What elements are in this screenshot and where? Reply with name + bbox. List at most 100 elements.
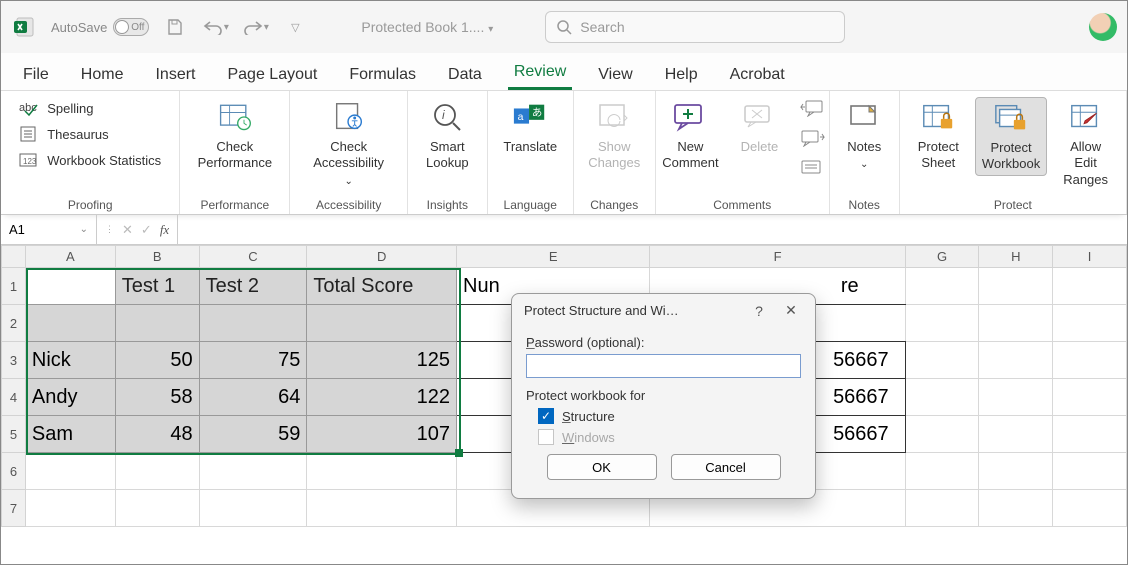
cell[interactable]: 64 xyxy=(199,379,307,416)
col-header[interactable]: H xyxy=(979,246,1053,268)
cell[interactable] xyxy=(979,416,1053,453)
cell[interactable] xyxy=(905,305,979,342)
tab-acrobat[interactable]: Acrobat xyxy=(724,60,791,90)
cell[interactable] xyxy=(25,305,115,342)
name-box[interactable]: A1⌄ xyxy=(1,215,97,244)
col-header[interactable]: I xyxy=(1053,246,1127,268)
autosave-toggle[interactable]: AutoSave Off xyxy=(51,18,149,36)
col-header[interactable]: G xyxy=(905,246,979,268)
cell[interactable]: 50 xyxy=(115,342,199,379)
dialog-close-button[interactable]: ✕ xyxy=(779,302,803,319)
tab-review[interactable]: Review xyxy=(508,57,572,90)
undo-icon[interactable]: ▾ xyxy=(201,13,229,41)
cell[interactable] xyxy=(307,490,457,527)
translate-button[interactable]: aあ Translate xyxy=(497,97,563,157)
cell[interactable] xyxy=(979,453,1053,490)
toggle-switch[interactable]: Off xyxy=(113,18,149,36)
cell[interactable] xyxy=(115,453,199,490)
search-box[interactable]: Search xyxy=(545,11,845,43)
cancel-formula-icon[interactable]: ✕ xyxy=(122,222,133,238)
fx-icon[interactable]: fx xyxy=(160,222,169,238)
col-header[interactable]: D xyxy=(307,246,457,268)
prev-comment-button[interactable] xyxy=(798,97,828,119)
cell[interactable] xyxy=(905,416,979,453)
redo-icon[interactable]: ▾ xyxy=(241,13,269,41)
cell[interactable] xyxy=(1053,268,1127,305)
tab-help[interactable]: Help xyxy=(659,60,704,90)
cell[interactable]: Test 1 xyxy=(115,268,199,305)
col-header[interactable]: A xyxy=(25,246,115,268)
cell[interactable] xyxy=(905,453,979,490)
cell[interactable] xyxy=(979,305,1053,342)
dialog-help-button[interactable]: ? xyxy=(747,303,771,319)
cell[interactable] xyxy=(979,268,1053,305)
cell[interactable]: 59 xyxy=(199,416,307,453)
cell[interactable] xyxy=(25,268,115,305)
cell[interactable] xyxy=(905,342,979,379)
filename[interactable]: Protected Book 1.... ▾ xyxy=(361,19,493,35)
check-performance-button[interactable]: Check Performance xyxy=(192,97,278,174)
cell[interactable] xyxy=(307,453,457,490)
cell[interactable] xyxy=(115,305,199,342)
cell[interactable]: 75 xyxy=(199,342,307,379)
smart-lookup-button[interactable]: i Smart Lookup xyxy=(420,97,475,174)
protect-workbook-button[interactable]: Protect Workbook xyxy=(975,97,1047,176)
notes-button[interactable]: Notes⌄ xyxy=(840,97,888,174)
row-header[interactable]: 2 xyxy=(2,305,26,342)
col-header[interactable]: E xyxy=(457,246,650,268)
cell[interactable] xyxy=(1053,305,1127,342)
workbook-statistics-button[interactable]: 123Workbook Statistics xyxy=(17,149,163,171)
cell[interactable]: Total Score xyxy=(307,268,457,305)
cell[interactable] xyxy=(1053,490,1127,527)
check-accessibility-button[interactable]: Check Accessibility ⌄ xyxy=(302,97,395,190)
next-comment-button[interactable] xyxy=(798,127,828,149)
tab-view[interactable]: View xyxy=(592,60,638,90)
select-all-corner[interactable] xyxy=(2,246,26,268)
cell[interactable] xyxy=(199,490,307,527)
cell[interactable]: 122 xyxy=(307,379,457,416)
cell[interactable] xyxy=(199,305,307,342)
show-comments-button[interactable] xyxy=(798,157,828,179)
col-header[interactable]: B xyxy=(115,246,199,268)
cell[interactable] xyxy=(979,490,1053,527)
cell[interactable] xyxy=(905,490,979,527)
password-input[interactable] xyxy=(526,354,801,378)
new-comment-button[interactable]: New Comment xyxy=(656,97,724,174)
cell[interactable] xyxy=(1053,453,1127,490)
cell[interactable] xyxy=(979,379,1053,416)
row-header[interactable]: 1 xyxy=(2,268,26,305)
cell[interactable] xyxy=(1053,342,1127,379)
cell[interactable] xyxy=(307,305,457,342)
cell[interactable]: Sam xyxy=(25,416,115,453)
structure-checkbox[interactable]: ✓ Structure xyxy=(538,408,801,424)
tab-formulas[interactable]: Formulas xyxy=(343,60,422,90)
thesaurus-button[interactable]: Thesaurus xyxy=(17,123,110,145)
row-header[interactable]: 6 xyxy=(2,453,26,490)
cell[interactable] xyxy=(199,453,307,490)
user-avatar[interactable] xyxy=(1089,13,1117,41)
cancel-button[interactable]: Cancel xyxy=(671,454,781,480)
tab-file[interactable]: File xyxy=(17,60,55,90)
enter-formula-icon[interactable]: ✓ xyxy=(141,222,152,238)
cell[interactable] xyxy=(979,342,1053,379)
cell[interactable] xyxy=(1053,379,1127,416)
row-header[interactable]: 4 xyxy=(2,379,26,416)
row-header[interactable]: 3 xyxy=(2,342,26,379)
cell[interactable] xyxy=(1053,416,1127,453)
cell[interactable] xyxy=(25,490,115,527)
cell[interactable]: 107 xyxy=(307,416,457,453)
cell[interactable]: Test 2 xyxy=(199,268,307,305)
cell[interactable]: Nick xyxy=(25,342,115,379)
col-header[interactable]: F xyxy=(650,246,905,268)
cell[interactable] xyxy=(905,379,979,416)
cell[interactable]: 125 xyxy=(307,342,457,379)
ok-button[interactable]: OK xyxy=(547,454,657,480)
cell[interactable]: 58 xyxy=(115,379,199,416)
tab-page-layout[interactable]: Page Layout xyxy=(221,60,323,90)
cell[interactable] xyxy=(115,490,199,527)
col-header[interactable]: C xyxy=(199,246,307,268)
allow-edit-ranges-button[interactable]: Allow Edit Ranges xyxy=(1057,97,1114,190)
qat-overflow[interactable]: ▽ xyxy=(281,13,309,41)
tab-data[interactable]: Data xyxy=(442,60,488,90)
cell[interactable]: Andy xyxy=(25,379,115,416)
